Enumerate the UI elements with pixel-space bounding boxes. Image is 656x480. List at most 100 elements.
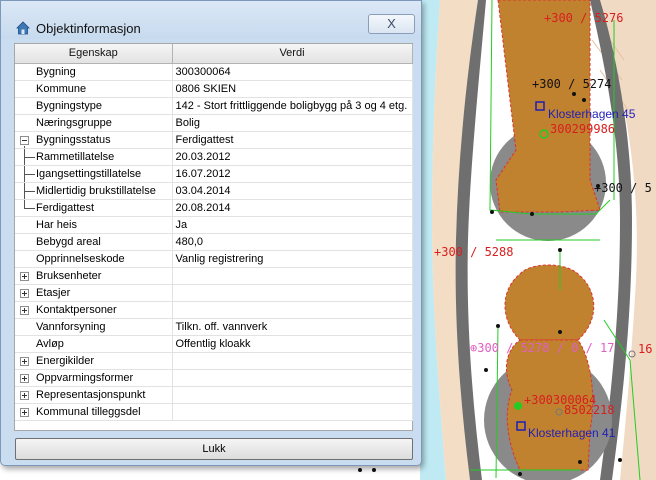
- expand-icon[interactable]: [20, 305, 29, 315]
- property-value: [172, 352, 413, 370]
- property-row[interactable]: Ferdigattest 20.08.2014: [15, 199, 413, 217]
- tree-branch: [24, 173, 35, 175]
- property-name-cell: Opprinnelseskode: [15, 250, 173, 268]
- property-label: Oppvarmingsformer: [36, 371, 134, 384]
- property-row[interactable]: Representasjonspunkt: [15, 386, 413, 404]
- property-row[interactable]: Bruksenheter: [15, 267, 413, 285]
- property-label: Opprinnelseskode: [36, 252, 125, 265]
- property-name-cell: Kommunal tilleggsdel: [15, 403, 173, 421]
- property-name-cell: Bygning: [15, 63, 173, 81]
- property-row[interactable]: Bebygd areal 480,0: [15, 233, 413, 251]
- property-name-cell: Kommune: [15, 80, 173, 98]
- expand-icon[interactable]: [20, 288, 29, 298]
- property-value: Ferdigattest: [172, 131, 413, 149]
- map-label-parcel-5276: +300 / 5276: [544, 11, 623, 25]
- property-label: Representasjonspunkt: [36, 388, 146, 401]
- property-name-cell: Næringsgruppe: [15, 114, 173, 132]
- property-value: [172, 369, 413, 387]
- property-label: Avløp: [36, 337, 64, 350]
- expand-icon[interactable]: [20, 390, 29, 400]
- expand-icon[interactable]: [20, 356, 29, 366]
- expand-icon[interactable]: [20, 271, 29, 281]
- property-row[interactable]: Vannforsyning Tilkn. off. vannverk: [15, 318, 413, 336]
- property-label: Energikilder: [36, 354, 95, 367]
- property-row[interactable]: Rammetillatelse 20.03.2012: [15, 148, 413, 166]
- collapse-icon[interactable]: [20, 135, 29, 145]
- property-grid: Egenskap Verdi Bygning 300300064 Kommune 08…: [14, 43, 413, 431]
- property-label: Vannforsyning: [36, 320, 106, 333]
- property-label: Bygning: [36, 65, 76, 78]
- property-label: Ferdigattest: [36, 201, 95, 214]
- expand-icon[interactable]: [20, 373, 29, 383]
- property-label: Næringsgruppe: [36, 116, 112, 129]
- property-row[interactable]: Bygningstype 142 - Stort frittliggende bo…: [15, 97, 413, 115]
- property-row[interactable]: Oppvarmingsformer: [15, 369, 413, 387]
- property-name-cell: Energikilder: [15, 352, 173, 370]
- property-label: Bruksenheter: [36, 269, 102, 282]
- property-value: 03.04.2014: [172, 182, 413, 200]
- column-header-property[interactable]: Egenskap: [15, 44, 173, 64]
- property-label: Rammetillatelse: [36, 150, 115, 163]
- tree-branch: [24, 207, 35, 209]
- property-value: Bolig: [172, 114, 413, 132]
- property-row[interactable]: Næringsgruppe Bolig: [15, 114, 413, 132]
- property-label: Bebygd areal: [36, 235, 101, 248]
- property-value: Vanlig registrering: [172, 250, 413, 268]
- map-label-parcel-5288: +300 / 5288: [434, 245, 513, 259]
- property-value: [172, 403, 413, 421]
- close-button[interactable]: X: [368, 14, 415, 34]
- tree-branch: [24, 190, 35, 192]
- property-row[interactable]: Kommunal tilleggsdel: [15, 403, 413, 421]
- property-name-cell: Midlertidig brukstillatelse: [15, 182, 173, 200]
- property-label: Kommune: [36, 82, 87, 95]
- property-name-cell: Oppvarmingsformer: [15, 369, 173, 387]
- map-label-parcel-5274: +300 / 5274: [532, 77, 611, 91]
- property-label: Igangsettingstillatelse: [36, 167, 142, 180]
- property-name-cell: Bygningsstatus: [15, 131, 173, 149]
- property-row[interactable]: Energikilder: [15, 352, 413, 370]
- property-name-cell: Ferdigattest: [15, 199, 173, 217]
- property-name-cell: Bruksenheter: [15, 267, 173, 285]
- property-value: Tilkn. off. vannverk: [172, 318, 413, 336]
- house-icon: [16, 21, 30, 35]
- column-header-value[interactable]: Verdi: [172, 44, 413, 64]
- property-row[interactable]: Kommune 0806 SKIEN: [15, 80, 413, 98]
- dialog-titlebar[interactable]: Objektinformasjon X: [1, 1, 421, 39]
- property-label: Har heis: [36, 218, 77, 231]
- property-row[interactable]: Avløp Offentlig kloakk: [15, 335, 413, 353]
- property-value: 142 - Stort frittliggende boligbygg på 3…: [172, 97, 413, 115]
- object-info-dialog: Objektinformasjon X Egenskap Verdi Bygni…: [0, 0, 422, 466]
- property-name-cell: Igangsettingstillatelse: [15, 165, 173, 183]
- property-value: Ja: [172, 216, 413, 234]
- property-value: [172, 301, 413, 319]
- property-name-cell: Har heis: [15, 216, 173, 234]
- close-dialog-button[interactable]: Lukk: [15, 438, 413, 460]
- property-name-cell: Bebygd areal: [15, 233, 173, 251]
- property-row[interactable]: Midlertidig brukstillatelse 03.04.2014: [15, 182, 413, 200]
- property-name-cell: Vannforsyning: [15, 318, 173, 336]
- property-row[interactable]: Igangsettingstillatelse 16.07.2012: [15, 165, 413, 183]
- property-label: Bygningstype: [36, 99, 103, 112]
- property-name-cell: Avløp: [15, 335, 173, 353]
- property-name-cell: Representasjonspunkt: [15, 386, 173, 404]
- property-value: Offentlig kloakk: [172, 335, 413, 353]
- property-name-cell: Rammetillatelse: [15, 148, 173, 166]
- building-point-bottom: [514, 402, 522, 410]
- property-row[interactable]: Kontaktpersoner: [15, 301, 413, 319]
- property-row[interactable]: Bygning 300300064: [15, 63, 413, 81]
- property-row[interactable]: Opprinnelseskode Vanlig registrering: [15, 250, 413, 268]
- dialog-title: Objektinformasjon: [36, 21, 141, 36]
- property-table: Egenskap Verdi Bygning 300300064 Kommune 08…: [15, 44, 413, 421]
- expand-icon[interactable]: [20, 407, 29, 417]
- property-label: Kontaktpersoner: [36, 303, 117, 316]
- property-name-cell: Kontaktpersoner: [15, 301, 173, 319]
- property-value: [172, 284, 413, 302]
- property-label: Kommunal tilleggsdel: [36, 405, 141, 418]
- tree-branch: [24, 156, 35, 158]
- property-row[interactable]: Etasjer: [15, 284, 413, 302]
- property-row[interactable]: Har heis Ja: [15, 216, 413, 234]
- map-label-other-id: 8502218: [564, 403, 615, 417]
- property-name-cell: Bygningstype: [15, 97, 173, 115]
- property-name-cell: Etasjer: [15, 284, 173, 302]
- property-row[interactable]: Bygningsstatus Ferdigattest: [15, 131, 413, 149]
